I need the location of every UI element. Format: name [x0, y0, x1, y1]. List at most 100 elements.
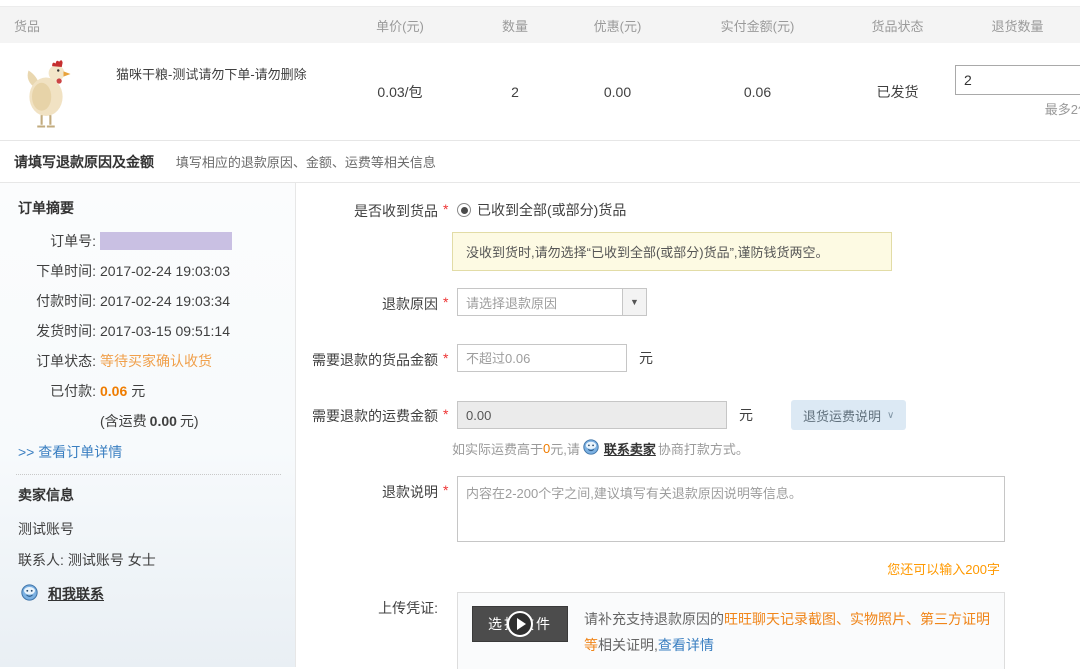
contact-label: 联系人: [18, 550, 64, 570]
received-row: 是否收到货品 * 已收到全部(或部分)货品 [296, 195, 1080, 221]
product-status: 已发货 [840, 82, 955, 102]
choose-file-button[interactable]: 选择文件 [472, 606, 568, 642]
contact-me-link[interactable]: 和我联系 [48, 584, 104, 604]
upload-box: 选择文件 请补充支持退款原因的旺旺聊天记录截图、实物照片、第三方证明等相关证明,… [457, 592, 1005, 669]
refund-note-label: 退款说明 [296, 476, 438, 502]
col-header-quantity: 数量 [470, 16, 560, 35]
goods-amount-input[interactable] [457, 344, 627, 372]
refund-form: 是否收到货品 * 已收到全部(或部分)货品 没收到货时,请勿选择“已收到全部(或… [296, 183, 1080, 667]
upload-label: 上传凭证: [296, 592, 438, 618]
col-header-status: 货品状态 [840, 16, 955, 35]
order-no-row: 订单号: [16, 226, 281, 256]
freight-amount-row: 需要退款的运费金额 * 元 退货运费说明 ∨ [296, 400, 1080, 430]
product-paid-amount: 0.06 [675, 84, 840, 100]
order-summary-title: 订单摘要 [18, 198, 281, 218]
required-mark: * [443, 400, 451, 422]
contact-me-row: 和我联系 [18, 579, 281, 609]
contact-value: 测试账号 女士 [68, 550, 156, 570]
wangwang-icon [583, 439, 599, 458]
freight-amount-input[interactable] [457, 401, 727, 429]
required-mark: * [443, 195, 451, 217]
freight-explain-label: 退货运费说明 [803, 406, 881, 425]
product-quantity: 2 [470, 84, 560, 100]
col-header-discount: 优惠(元) [560, 16, 675, 35]
freight-pre: (含运费 [100, 411, 147, 431]
goods-amount-label: 需要退款的货品金额 [296, 344, 438, 370]
freight-help-line: 如实际运费高于 0 元,请 联系卖家 协商打款方式。 [452, 439, 1080, 458]
wangwang-icon [21, 584, 38, 604]
help-mid: 元,请 [550, 439, 580, 458]
product-image [18, 58, 74, 135]
section-title: 请填写退款原因及金额 [14, 154, 154, 170]
freight-amount-label: 需要退款的运费金额 [296, 400, 438, 426]
freight-amount-unit: 元 [739, 405, 753, 425]
refund-request-page: 货品 单价(元) 数量 优惠(元) 实付金额(元) 货品状态 退货数量 [0, 6, 1080, 669]
paid-label: 已付款: [16, 381, 96, 401]
order-time-label: 下单时间: [16, 261, 96, 281]
ship-time-label: 发货时间: [16, 321, 96, 341]
col-header-unit-price: 单价(元) [330, 16, 470, 35]
section-subtitle: 填写相应的退款原因、金额、运费等相关信息 [176, 155, 436, 170]
received-radio-button[interactable] [457, 203, 471, 217]
required-mark: * [443, 288, 451, 310]
product-discount: 0.00 [560, 84, 675, 100]
order-summary-sidebar: 订单摘要 订单号: 下单时间: 2017-02-24 19:03:03 付款时间… [0, 183, 296, 667]
goods-amount-unit: 元 [639, 348, 653, 368]
ship-time-row: 发货时间: 2017-03-15 09:51:14 [16, 316, 281, 346]
help-pre: 如实际运费高于 [452, 439, 543, 458]
product-cell: 猫咪干粮-测试请勿下单-请勿删除 [0, 48, 330, 135]
paid-value: 0.06 [100, 383, 127, 399]
order-no-label: 订单号: [16, 231, 96, 251]
paid-unit: 元 [131, 381, 145, 401]
reason-label: 退款原因 [296, 288, 438, 314]
help-zero: 0 [543, 441, 550, 456]
content-area: 订单摘要 订单号: 下单时间: 2017-02-24 19:03:03 付款时间… [0, 182, 1080, 667]
goods-table-header: 货品 单价(元) 数量 优惠(元) 实付金额(元) 货品状态 退货数量 [0, 6, 1080, 43]
required-mark-placeholder [443, 592, 451, 598]
reason-row: 退款原因 * 请选择退款原因 ▼ [296, 288, 1080, 316]
received-radio-group: 已收到全部(或部分)货品 [457, 195, 626, 220]
seller-info-title: 卖家信息 [18, 485, 281, 505]
order-status-label: 订单状态: [16, 351, 96, 371]
upload-desc-pre: 请补充支持退款原因的 [584, 611, 724, 627]
refund-reason-placeholder: 请选择退款原因 [458, 293, 622, 312]
refund-note-row: 退款说明 * [296, 476, 1080, 542]
refund-reason-select[interactable]: 请选择退款原因 ▼ [457, 288, 647, 316]
product-title: 猫咪干粮-测试请勿下单-请勿删除 [116, 58, 307, 83]
upload-desc-mid: 相关证明, [598, 637, 658, 653]
product-unit-price: 0.03/包 [330, 82, 470, 102]
received-radio-label: 已收到全部(或部分)货品 [477, 200, 626, 220]
order-status-value: 等待买家确认收货 [100, 351, 212, 371]
view-details-link[interactable]: 查看详情 [658, 637, 714, 653]
play-icon [507, 611, 533, 637]
pay-time-value: 2017-02-24 19:03:34 [100, 293, 230, 309]
freight-post: 元) [180, 411, 199, 431]
upload-description: 请补充支持退款原因的旺旺聊天记录截图、实物照片、第三方证明等相关证明,查看详情 [584, 606, 990, 658]
contact-row: 联系人: 测试账号 女士 [18, 545, 281, 575]
section-header: 请填写退款原因及金额 填写相应的退款原因、金额、运费等相关信息 [0, 141, 1080, 182]
col-header-return-qty: 退货数量 [955, 16, 1080, 35]
pay-time-row: 付款时间: 2017-02-24 19:03:34 [16, 286, 281, 316]
seller-account: 测试账号 [18, 513, 281, 545]
upload-row: 上传凭证: 选择文件 请补充支持退款原因的旺旺聊天记录截图、实物照片、第三方证明… [296, 592, 1080, 669]
help-post: 协商打款方式。 [658, 439, 749, 458]
col-header-paid-amount: 实付金额(元) [675, 16, 840, 35]
chevron-down-icon[interactable]: ▼ [622, 289, 646, 315]
freight-explain-button[interactable]: 退货运费说明 ∨ [791, 400, 906, 430]
chars-remaining: 您还可以输入200字 [452, 559, 1000, 578]
required-mark: * [443, 344, 451, 366]
freight-included-row: (含运费 0.00 元) [100, 406, 281, 436]
contact-seller-link[interactable]: 联系卖家 [604, 439, 656, 458]
order-status-row: 订单状态: 等待买家确认收货 [16, 346, 281, 376]
required-mark: * [443, 476, 451, 498]
pay-time-label: 付款时间: [16, 291, 96, 311]
order-no-redacted [100, 232, 232, 250]
received-warning: 没收到货时,请勿选择“已收到全部(或部分)货品”,谨防钱货两空。 [452, 232, 892, 271]
return-qty-hint: 最多2件 [955, 99, 1080, 118]
order-time-value: 2017-02-24 19:03:03 [100, 263, 230, 279]
refund-note-textarea[interactable] [457, 476, 1005, 542]
return-qty-input[interactable] [955, 65, 1080, 95]
view-order-detail-link[interactable]: >> 查看订单详情 [18, 442, 122, 462]
table-row: 猫咪干粮-测试请勿下单-请勿删除 0.03/包 2 0.00 0.06 已发货 … [0, 43, 1080, 140]
chevron-down-icon: ∨ [887, 410, 894, 421]
